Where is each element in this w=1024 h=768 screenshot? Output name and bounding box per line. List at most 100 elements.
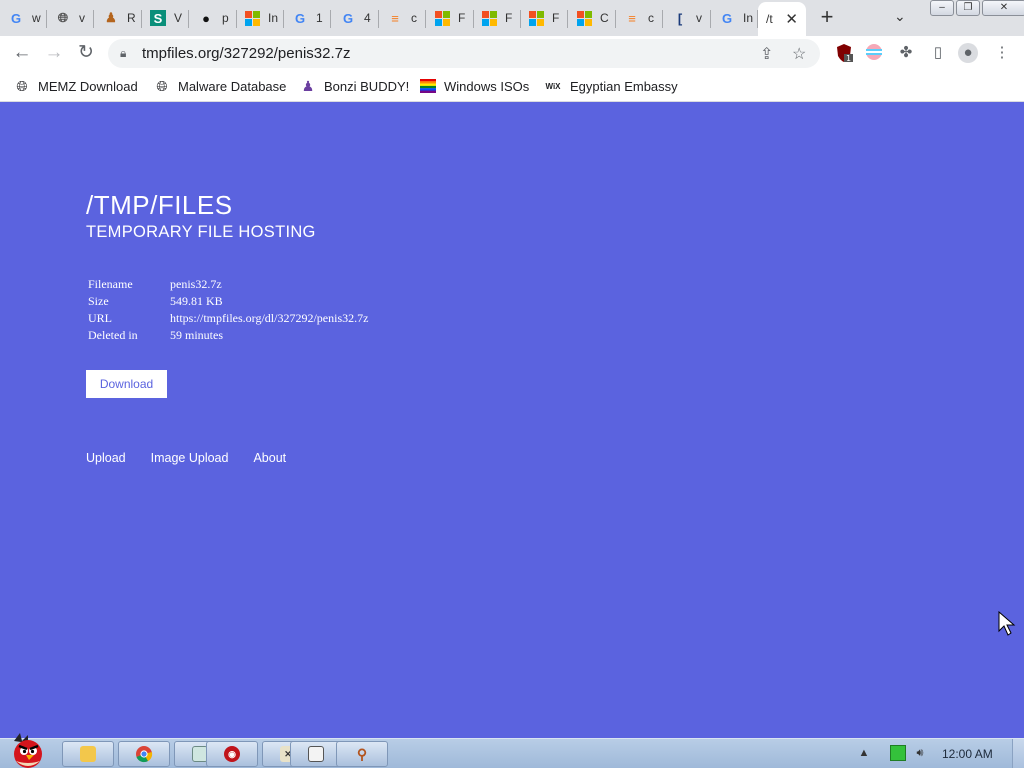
devcpp-icon: ◉	[224, 746, 240, 762]
minimize-button[interactable]: –	[930, 0, 954, 16]
tab-separator	[330, 10, 331, 28]
new-tab-button[interactable]: +	[814, 6, 840, 30]
bonzi-icon: ♟	[301, 77, 315, 94]
tab[interactable]: SV	[142, 4, 189, 32]
tab[interactable]: [v	[664, 4, 711, 32]
bookmark-label: Malware Database	[178, 78, 287, 94]
file-info-value: 59 minutes	[170, 328, 223, 342]
tab-label: C	[600, 11, 609, 25]
tab[interactable]: ● p	[190, 4, 237, 32]
tab[interactable]: ≡ c	[379, 4, 426, 32]
tray-expand-icon[interactable]: ▲	[856, 745, 872, 761]
clock[interactable]: 12:00 AM	[942, 747, 993, 761]
microsoft-icon	[245, 10, 260, 26]
taskbar-search[interactable]: ⚲	[336, 741, 388, 767]
file-info-table: Filename penis32.7z Size 549.81 KB URL h…	[88, 277, 368, 345]
file-info-row: URL https://tmpfiles.org/dl/327292/penis…	[88, 311, 368, 328]
tab-label: 4	[364, 11, 371, 25]
magnifier-icon: ⚲	[356, 746, 368, 762]
menu-dots-icon[interactable]: ⋮	[992, 43, 1012, 63]
tab[interactable]: ≡ c	[616, 4, 663, 32]
google-icon: G	[342, 10, 354, 26]
microsoft-icon	[482, 10, 497, 26]
show-desktop-button[interactable]	[1012, 739, 1024, 768]
file-info-value: 549.81 KB	[170, 294, 223, 308]
bookmark-label: MEMZ Download	[38, 78, 138, 94]
file-info-row: Deleted in 59 minutes	[88, 328, 368, 345]
bookmark-windows-isos[interactable]: Windows ISOs	[420, 76, 529, 96]
tab-label: 1	[316, 11, 323, 25]
back-button[interactable]: ←	[10, 41, 34, 65]
tab[interactable]: F	[521, 4, 568, 32]
file-info-value[interactable]: https://tmpfiles.org/dl/327292/penis32.7…	[170, 311, 368, 328]
tab-strip: Gw 🌐︎ v ♟ R S V ● p In G 1 G 4 ≡ c F F F C ≡ c[v G In /t ✕ + ⌄ …	[0, 0, 1024, 36]
mouse-pointer-icon	[998, 610, 1016, 642]
lock-icon[interactable]: 🔒︎	[120, 46, 126, 61]
taskbar-devcpp[interactable]: ◉	[206, 741, 258, 767]
bookmark-bonzi-buddy[interactable]: ♟ Bonzi BUDDY!	[300, 76, 410, 96]
bookmark-malware-database[interactable]: 🌐︎ Malware Database	[154, 76, 286, 96]
bookmark-memz-download[interactable]: 🌐︎ MEMZ Download	[14, 76, 138, 96]
tab-search-chevron-icon[interactable]: ⌄	[894, 8, 906, 25]
image-upload-link[interactable]: Image Upload	[151, 451, 229, 465]
tab-separator	[425, 10, 426, 28]
tab-label: p	[222, 11, 229, 25]
tab[interactable]: G1	[284, 4, 331, 32]
file-info-row: Filename penis32.7z	[88, 277, 368, 294]
microsoft-icon	[435, 10, 450, 26]
bookmark-label: Windows ISOs	[444, 78, 530, 94]
close-window-button[interactable]: ✕	[982, 0, 1024, 16]
bookmark-star-icon[interactable]: ☆	[792, 44, 806, 64]
globe-icon: 🌐︎	[16, 77, 28, 94]
close-tab-icon[interactable]: ✕	[785, 10, 798, 28]
profile-avatar-icon[interactable]: ●	[958, 43, 978, 63]
url-text[interactable]: tmpfiles.org/327292/penis32.7z	[142, 45, 350, 62]
address-bar[interactable]: 🔒︎ tmpfiles.org/327292/penis32.7z ⇪ ☆	[108, 39, 820, 68]
extensions-puzzle-icon[interactable]: ✤	[896, 43, 916, 63]
tab[interactable]: F	[427, 4, 474, 32]
ublock-extension-icon[interactable]: 1	[834, 43, 854, 63]
page-content: /TMP/FILES TEMPORARY FILE HOSTING Filena…	[0, 103, 1024, 738]
battery-icon[interactable]	[890, 745, 906, 761]
system-tray: ▲ 🔊︎	[856, 745, 934, 761]
tab[interactable]: Gw	[0, 4, 47, 32]
tab[interactable]: ♟ R	[95, 4, 142, 32]
share-icon[interactable]: ⇪	[760, 44, 773, 64]
browser-toolbar: ← → ↻ 🔒︎ tmpfiles.org/327292/penis32.7z …	[0, 36, 1024, 70]
tab[interactable]: F	[474, 4, 521, 32]
taskbar-chrome[interactable]	[118, 741, 170, 767]
bookmarks-bar: 🌐︎ MEMZ Download 🌐︎ Malware Database ♟ B…	[0, 70, 1024, 102]
pride-extension-icon[interactable]	[864, 43, 884, 63]
globe-icon: 🌐︎	[57, 10, 69, 25]
reload-button[interactable]: ↻	[74, 41, 98, 65]
stackoverflow-icon: ≡	[628, 10, 636, 26]
upload-link[interactable]: Upload	[86, 451, 126, 465]
tab-label: In	[743, 11, 753, 25]
about-link[interactable]: About	[253, 451, 286, 465]
window-icon	[308, 746, 324, 762]
volume-icon[interactable]: 🔊︎	[912, 745, 928, 761]
tab-active[interactable]: /t ✕	[758, 2, 806, 36]
tab[interactable]: 🌐︎ v	[47, 4, 94, 32]
taskbar-explorer[interactable]	[62, 741, 114, 767]
site-title[interactable]: /TMP/FILES	[86, 190, 233, 221]
side-panel-icon[interactable]: ▯	[928, 43, 948, 63]
restore-button[interactable]: ❐	[956, 0, 980, 16]
tab[interactable]: G In	[711, 4, 758, 32]
rainbow-flag-icon	[420, 78, 436, 94]
taskbar-window[interactable]	[290, 741, 342, 767]
bonzi-icon: ♟	[105, 10, 117, 25]
download-button[interactable]: Download	[86, 370, 167, 398]
bookmark-egyptian-embassy[interactable]: WiX Egyptian Embassy	[544, 76, 677, 96]
tab[interactable]: G4	[332, 4, 379, 32]
start-button-angry-bird-icon[interactable]	[6, 731, 50, 768]
forward-button[interactable]: →	[42, 41, 66, 65]
s-icon: S	[150, 10, 166, 26]
tab-label: /t	[766, 12, 773, 26]
tab-separator	[188, 10, 189, 28]
tab[interactable]: C	[569, 4, 616, 32]
tab-label: F	[505, 11, 513, 25]
tab[interactable]: In	[237, 4, 284, 32]
folder-icon	[80, 746, 96, 762]
tab-label: v	[696, 11, 702, 25]
